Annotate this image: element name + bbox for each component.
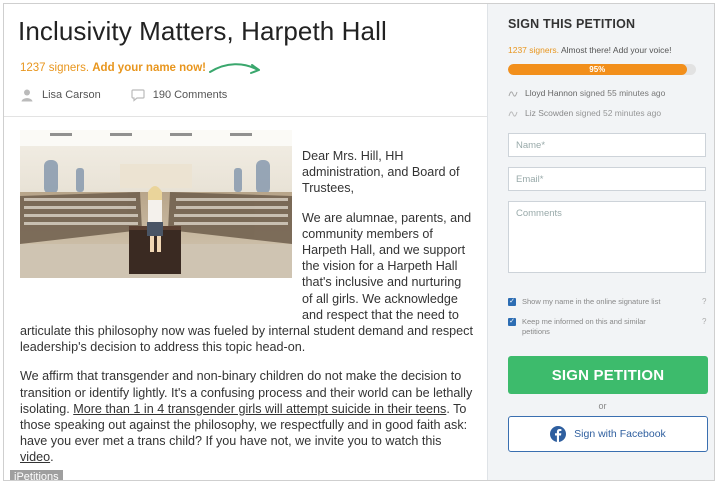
comments-count[interactable]: 190 Comments xyxy=(153,89,228,101)
signature-icon xyxy=(508,91,518,97)
page-frame: Inclusivity Matters, Harpeth Hall 1237 s… xyxy=(3,3,715,481)
help-icon[interactable]: ? xyxy=(702,297,711,306)
body-paragraph: We affirm that transgender and non-binar… xyxy=(20,369,473,465)
comments-input[interactable] xyxy=(508,201,706,273)
or-separator: or xyxy=(598,401,607,411)
arrow-right-icon xyxy=(209,63,260,74)
help-icon[interactable]: ? xyxy=(702,317,711,326)
signature-icon xyxy=(508,111,518,117)
keep-informed-checkbox[interactable]: ✓ Keep me informed on this and similar p… xyxy=(508,317,706,337)
divider xyxy=(4,116,487,117)
signers-cta[interactable]: Add your name now! xyxy=(92,62,206,74)
signers-count: 1237 signers. xyxy=(20,62,90,74)
show-name-checkbox[interactable]: ✓ Show my name in the online signature l… xyxy=(508,297,706,307)
author-name[interactable]: Lisa Carson xyxy=(42,89,101,101)
signer-name: Liz Scowden xyxy=(525,107,574,118)
name-input[interactable] xyxy=(508,133,706,157)
progress-bar: 95% xyxy=(508,64,696,75)
auditorium-photo xyxy=(20,130,292,278)
facebook-icon xyxy=(550,426,567,442)
petition-meta: Lisa Carson 190 Comments xyxy=(20,88,227,102)
sidebar-title: SIGN THIS PETITION xyxy=(508,17,636,31)
progress-fill: 95% xyxy=(508,64,687,75)
petition-main: Inclusivity Matters, Harpeth Hall 1237 s… xyxy=(4,4,487,480)
recent-signature: Lloyd Hannon signed 55 minutes ago xyxy=(508,87,665,98)
sidebar-signers-count: 1237 signers. xyxy=(508,45,560,55)
checkbox-label: Keep me informed on this and similar pet… xyxy=(522,317,646,336)
email-input[interactable] xyxy=(508,167,706,191)
sign-sidebar: SIGN THIS PETITION 1237 signers. Almost … xyxy=(487,4,714,480)
checkbox-label: Show my name in the online signature lis… xyxy=(522,297,661,306)
recent-signature: Liz Scowden signed 52 minutes ago xyxy=(508,107,661,118)
user-icon xyxy=(21,89,33,102)
signers-line: 1237 signers. Add your name now! xyxy=(20,62,206,74)
video-link[interactable]: video xyxy=(20,450,50,464)
checkbox-checked-icon[interactable]: ✓ xyxy=(508,298,516,306)
sign-petition-button[interactable]: SIGN PETITION xyxy=(508,356,708,394)
facebook-button-label: Sign with Facebook xyxy=(574,428,666,440)
suicide-statistic-link[interactable]: More than 1 in 4 transgender girls will … xyxy=(73,402,446,416)
sidebar-signers: 1237 signers. Almost there! Add your voi… xyxy=(508,45,672,55)
watermark-label: iPetitions xyxy=(10,470,63,480)
comment-icon xyxy=(131,89,145,102)
facebook-sign-button[interactable]: Sign with Facebook xyxy=(508,416,708,452)
sidebar-signers-text: Almost there! Add your voice! xyxy=(560,45,672,55)
checkbox-checked-icon[interactable]: ✓ xyxy=(508,318,516,326)
signer-name: Lloyd Hannon xyxy=(525,87,578,98)
petition-title: Inclusivity Matters, Harpeth Hall xyxy=(18,16,387,46)
